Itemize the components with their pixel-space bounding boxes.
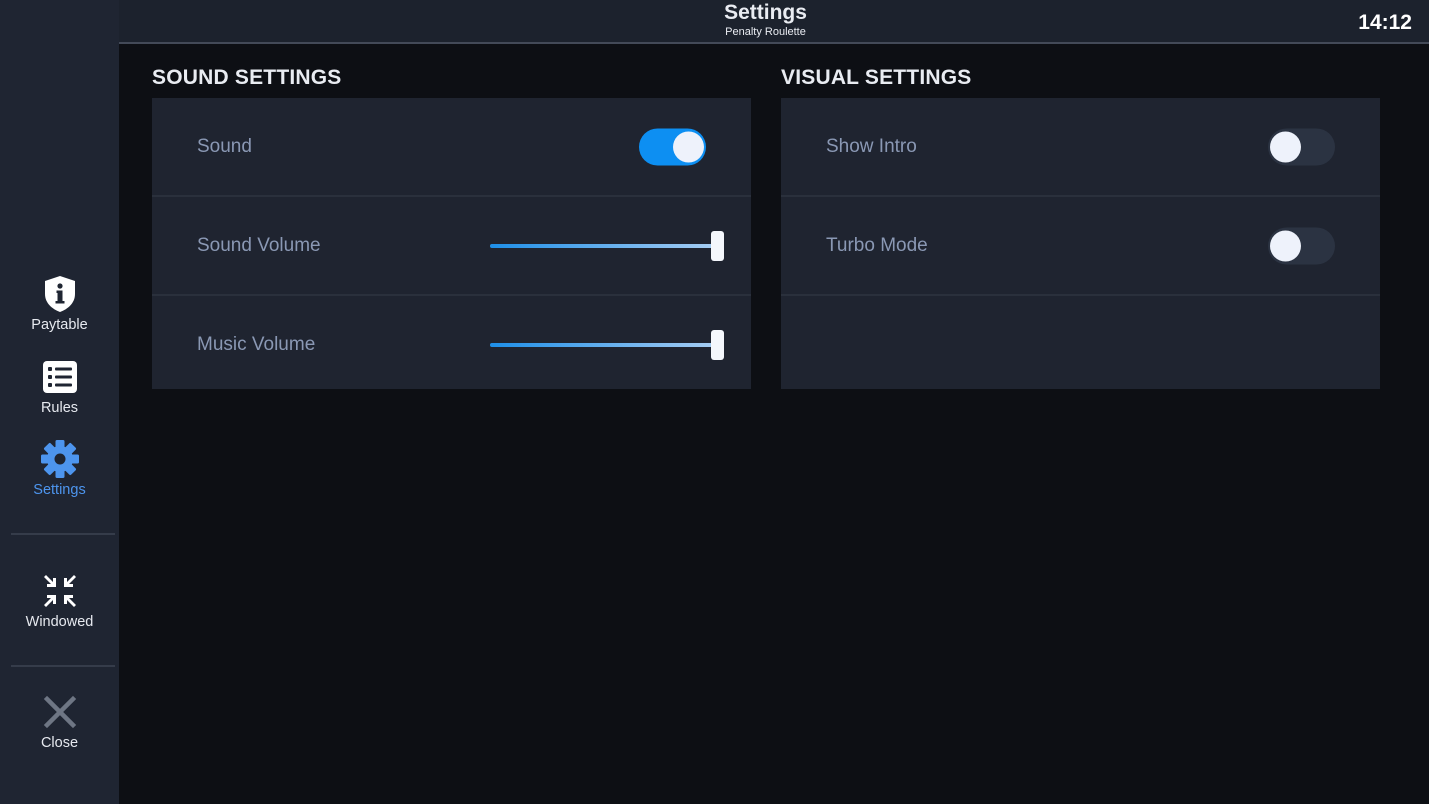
turbo-mode-label: Turbo Mode [826, 234, 928, 256]
sound-row: Sound [152, 98, 751, 195]
sidebar-item-label: Rules [40, 400, 79, 416]
toggle-knob [673, 131, 704, 162]
sidebar: Paytable Rules Settings Windowed Close [0, 0, 119, 804]
sidebar-item-rules[interactable]: Rules [0, 357, 119, 433]
sound-label: Sound [197, 135, 252, 157]
visual-settings-title: VISUAL SETTINGS [781, 66, 972, 89]
sidebar-item-close[interactable]: Close [0, 692, 119, 768]
sidebar-item-windowed[interactable]: Windowed [0, 571, 119, 647]
sidebar-item-label: Settings [33, 482, 86, 498]
sound-toggle[interactable] [639, 128, 706, 165]
slider-thumb[interactable] [711, 230, 724, 261]
header-bar: Settings Penalty Roulette 14:12 [119, 0, 1429, 44]
sidebar-item-label: Windowed [25, 614, 94, 630]
show-intro-row: Show Intro [781, 98, 1380, 195]
sidebar-item-paytable[interactable]: Paytable [0, 274, 119, 350]
visual-settings-panel: Show Intro Turbo Mode [781, 98, 1380, 389]
sound-settings-title: SOUND SETTINGS [152, 66, 342, 89]
shield-info-icon [40, 274, 80, 314]
sound-volume-label: Sound Volume [197, 234, 321, 256]
turbo-mode-toggle[interactable] [1268, 227, 1335, 264]
turbo-mode-row: Turbo Mode [781, 197, 1380, 294]
minimize-arrows-icon [40, 571, 80, 611]
sidebar-item-label: Close [40, 735, 79, 751]
show-intro-toggle[interactable] [1268, 128, 1335, 165]
music-volume-label: Music Volume [197, 333, 316, 355]
show-intro-label: Show Intro [826, 135, 917, 157]
toggle-knob [1270, 230, 1301, 261]
slider-track [490, 342, 718, 347]
music-volume-row: Music Volume [152, 296, 751, 393]
slider-thumb[interactable] [711, 329, 724, 360]
sidebar-divider [11, 533, 115, 535]
slider-fill [490, 243, 715, 248]
gear-icon [40, 439, 80, 479]
sidebar-divider [11, 665, 115, 667]
sidebar-item-label: Paytable [31, 317, 88, 333]
slider-track [490, 243, 718, 248]
toggle-knob [1270, 131, 1301, 162]
sound-settings-panel: Sound Sound Volume Music Volume [152, 98, 751, 389]
clock: 14:12 [1358, 11, 1412, 34]
sidebar-item-settings[interactable]: Settings [0, 439, 119, 515]
close-icon [40, 692, 80, 732]
row-divider [781, 294, 1380, 296]
music-volume-slider[interactable] [490, 325, 726, 365]
page-subtitle: Penalty Roulette [725, 26, 806, 38]
sound-volume-slider[interactable] [490, 226, 726, 266]
sound-volume-row: Sound Volume [152, 197, 751, 294]
slider-fill [490, 342, 715, 347]
page-title: Settings [724, 1, 807, 24]
list-icon [40, 357, 80, 397]
